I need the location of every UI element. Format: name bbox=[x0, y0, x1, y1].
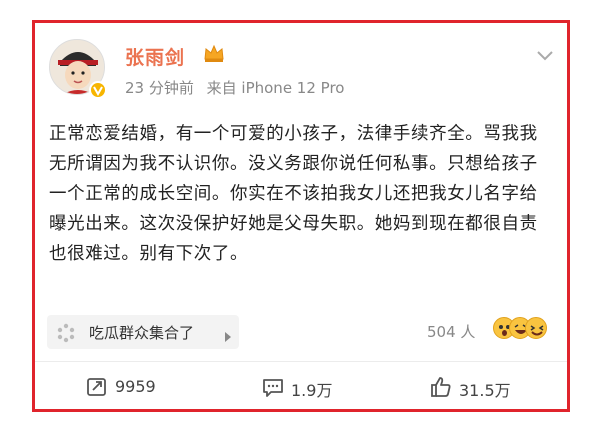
post-source[interactable]: 来自 iPhone 12 Pro bbox=[207, 79, 345, 97]
comment-button[interactable]: 1.9万 bbox=[261, 375, 381, 400]
topic-readers: 504 人 bbox=[427, 323, 476, 341]
like-count: 31.5万 bbox=[459, 381, 511, 400]
post-content: 正常恋爱结婚，有一个可爱的小孩子，法律手续齐全。骂我我无所谓因为我不认识你。没义… bbox=[49, 124, 538, 264]
topic-label: 吃瓜群众集合了 bbox=[89, 324, 195, 342]
topic-tag[interactable]: 吃瓜群众集合了 bbox=[47, 315, 239, 349]
topic-icon bbox=[55, 322, 77, 348]
chevron-down-icon[interactable] bbox=[536, 47, 554, 66]
post-time: 23 分钟前 bbox=[125, 79, 194, 97]
member-crown-icon bbox=[203, 43, 225, 67]
topic-row: 吃瓜群众集合了 504 人 bbox=[47, 315, 559, 349]
post-header: 张雨剑 23 分钟前 来自 iPhone 12 Pro bbox=[49, 37, 554, 107]
like-button[interactable]: 31.5万 bbox=[429, 375, 559, 400]
divider bbox=[35, 361, 567, 362]
comment-icon bbox=[263, 379, 283, 397]
comment-count: 1.9万 bbox=[291, 381, 333, 400]
weibo-post-card: 张雨剑 23 分钟前 来自 iPhone 12 Pro 正常恋爱结婚，有一个可爱… bbox=[32, 20, 570, 412]
thumbs-up-icon bbox=[431, 377, 451, 397]
grinning-emoji-icon bbox=[525, 317, 547, 339]
verified-badge-icon bbox=[89, 81, 107, 99]
action-bar: 9959 1.9万 31.5万 bbox=[35, 369, 567, 407]
repost-icon bbox=[87, 378, 106, 396]
post-meta: 23 分钟前 来自 iPhone 12 Pro bbox=[125, 77, 352, 98]
author-name[interactable]: 张雨剑 bbox=[125, 43, 185, 70]
chevron-right-icon bbox=[224, 327, 232, 346]
repost-count: 9959 bbox=[115, 377, 156, 396]
repost-button[interactable]: 9959 bbox=[85, 375, 205, 399]
